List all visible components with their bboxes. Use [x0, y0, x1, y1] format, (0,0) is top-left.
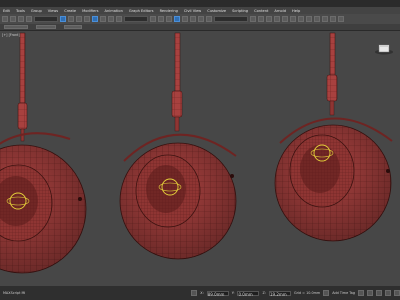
unlink-icon[interactable]	[26, 16, 32, 22]
menu-graph-editors[interactable]: Graph Editors	[129, 9, 154, 13]
maxscript-listener[interactable]: MAXScript Mi	[3, 291, 25, 295]
menu-bar: Edit Tools Group Views Create Modifiers …	[0, 7, 400, 14]
status-bar: MAXScript Mi X: 89.0mm Y: 0.0mm Z: 19.2m…	[0, 286, 400, 300]
viewport-front[interactable]: [+] [Front]	[0, 31, 400, 286]
a360-gallery-icon[interactable]	[338, 16, 344, 22]
z-coordinate-field[interactable]: 19.2mm	[268, 290, 291, 297]
edit-named-selection-icon[interactable]	[206, 16, 212, 22]
percent-snap-icon[interactable]	[190, 16, 196, 22]
rendered-frame-window-icon[interactable]	[314, 16, 320, 22]
rectangular-selection-icon[interactable]	[76, 16, 82, 22]
select-object-icon[interactable]	[60, 16, 66, 22]
maximize-viewport-icon[interactable]	[394, 290, 400, 296]
y-coordinate-label: Y:	[231, 291, 235, 295]
named-selection-set-dropdown[interactable]	[214, 16, 248, 22]
selection-filter-dropdown[interactable]	[34, 16, 58, 22]
main-toolbar	[0, 14, 400, 24]
menu-edit[interactable]: Edit	[3, 9, 10, 13]
reference-coordinate-dropdown[interactable]	[124, 16, 148, 22]
menu-modifiers[interactable]: Modifiers	[82, 9, 98, 13]
schematic-view-icon[interactable]	[290, 16, 296, 22]
render-setup-icon[interactable]	[306, 16, 312, 22]
pivot-center-icon[interactable]	[150, 16, 156, 22]
place-icon[interactable]	[116, 16, 122, 22]
ribbon-strip	[0, 24, 400, 31]
spinner-snap-icon[interactable]	[198, 16, 204, 22]
zoom-all-icon[interactable]	[367, 290, 373, 296]
z-coordinate-label: Z:	[262, 291, 266, 295]
menu-help[interactable]: Help	[292, 9, 300, 13]
ribbon-modeling-tab[interactable]	[4, 25, 28, 29]
ribbon-selection-tab[interactable]	[64, 25, 82, 29]
link-icon[interactable]	[18, 16, 24, 22]
scale-icon[interactable]	[108, 16, 114, 22]
title-bar	[0, 0, 400, 7]
menu-civil-view[interactable]: Civil View	[184, 9, 201, 13]
render-production-icon[interactable]	[322, 16, 328, 22]
material-editor-icon[interactable]	[298, 16, 304, 22]
snaps-toggle-icon[interactable]	[174, 16, 180, 22]
redo-icon[interactable]	[10, 16, 16, 22]
y-coordinate-field[interactable]: 0.0mm	[237, 290, 260, 297]
x-coordinate-field[interactable]: 89.0mm	[206, 290, 229, 297]
menu-tools[interactable]: Tools	[16, 9, 25, 13]
x-coordinate-label: X:	[200, 291, 204, 295]
pan-view-icon[interactable]	[376, 290, 382, 296]
lamp-center[interactable]	[119, 32, 237, 260]
lamp-right[interactable]	[274, 32, 393, 242]
undo-icon[interactable]	[2, 16, 8, 22]
menu-animation[interactable]: Animation	[105, 9, 123, 13]
menu-group[interactable]: Group	[31, 9, 42, 13]
menu-content[interactable]: Content	[254, 9, 268, 13]
add-time-tag-icon[interactable]	[323, 290, 330, 296]
lock-selection-icon[interactable]	[191, 290, 198, 296]
keyboard-shortcut-icon[interactable]	[166, 16, 172, 22]
rotate-icon[interactable]	[100, 16, 106, 22]
menu-arnold[interactable]: Arnold	[274, 9, 286, 13]
align-icon[interactable]	[258, 16, 264, 22]
select-by-name-icon[interactable]	[68, 16, 74, 22]
add-time-tag-button[interactable]: Add Time Tag	[332, 291, 355, 295]
menu-create[interactable]: Create	[64, 9, 76, 13]
render-cloud-icon[interactable]	[330, 16, 336, 22]
select-manipulate-icon[interactable]	[158, 16, 164, 22]
move-icon[interactable]	[92, 16, 98, 22]
angle-snap-icon[interactable]	[182, 16, 188, 22]
viewcube-icon[interactable]	[374, 43, 394, 55]
mirror-icon[interactable]	[250, 16, 256, 22]
ribbon-freeform-tab[interactable]	[36, 25, 56, 29]
lamp-left[interactable]	[0, 32, 87, 274]
menu-scripting[interactable]: Scripting	[232, 9, 248, 13]
zoom-icon[interactable]	[358, 290, 364, 296]
orbit-icon[interactable]	[385, 290, 391, 296]
layer-explorer-icon[interactable]	[266, 16, 272, 22]
menu-rendering[interactable]: Rendering	[160, 9, 178, 13]
menu-customize[interactable]: Customize	[207, 9, 226, 13]
scene-canvas	[0, 32, 393, 274]
menu-views[interactable]: Views	[48, 9, 58, 13]
grid-size-label: Grid = 10.0mm	[293, 291, 321, 295]
window-crossing-icon[interactable]	[84, 16, 90, 22]
toggle-ribbon-icon[interactable]	[274, 16, 280, 22]
curve-editor-icon[interactable]	[282, 16, 288, 22]
